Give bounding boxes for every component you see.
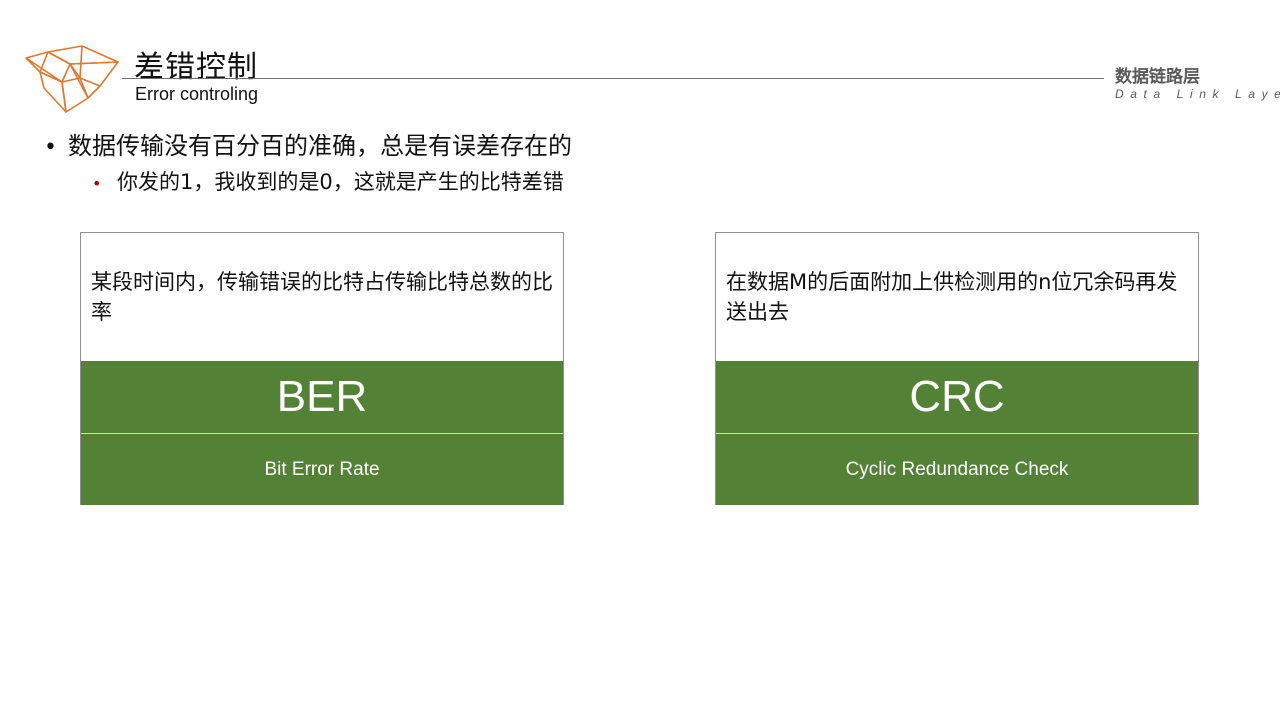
page-subtitle: Error controling [135, 84, 259, 104]
page-title: 差错控制 [134, 50, 258, 85]
bullet-main: • 数据传输没有百分百的准确，总是有误差存在的 [44, 126, 572, 161]
bullet-dot-icon: • [92, 174, 102, 193]
section-title: 数据链路层 [1115, 67, 1200, 87]
geometric-polygon-logo-icon [22, 42, 122, 114]
bullet-main-text: 数据传输没有百分百的准确，总是有误差存在的 [68, 132, 572, 160]
bullet-dot-icon: • [44, 135, 57, 160]
bullet-sub: • 你发的1，我收到的是0，这就是产生的比特差错 [92, 166, 564, 196]
card-full-name: Cyclic Redundance Check [716, 434, 1198, 505]
section-subtitle: Data Link Layer [1115, 87, 1280, 101]
card-crc: 在数据M的后面附加上供检测用的n位冗余码再发送出去 CRC Cyclic Red… [715, 232, 1199, 505]
card-description: 在数据M的后面附加上供检测用的n位冗余码再发送出去 [726, 270, 1178, 324]
card-abbreviation: BER [81, 361, 563, 433]
card-ber: 某段时间内，传输错误的比特占传输比特总数的比率 BER Bit Error Ra… [80, 232, 564, 505]
card-description: 某段时间内，传输错误的比特占传输比特总数的比率 [91, 270, 553, 324]
header-divider [122, 78, 1104, 79]
card-full-name: Bit Error Rate [81, 434, 563, 505]
card-abbreviation: CRC [716, 361, 1198, 433]
bullet-sub-text: 你发的1，我收到的是0，这就是产生的比特差错 [117, 170, 564, 194]
